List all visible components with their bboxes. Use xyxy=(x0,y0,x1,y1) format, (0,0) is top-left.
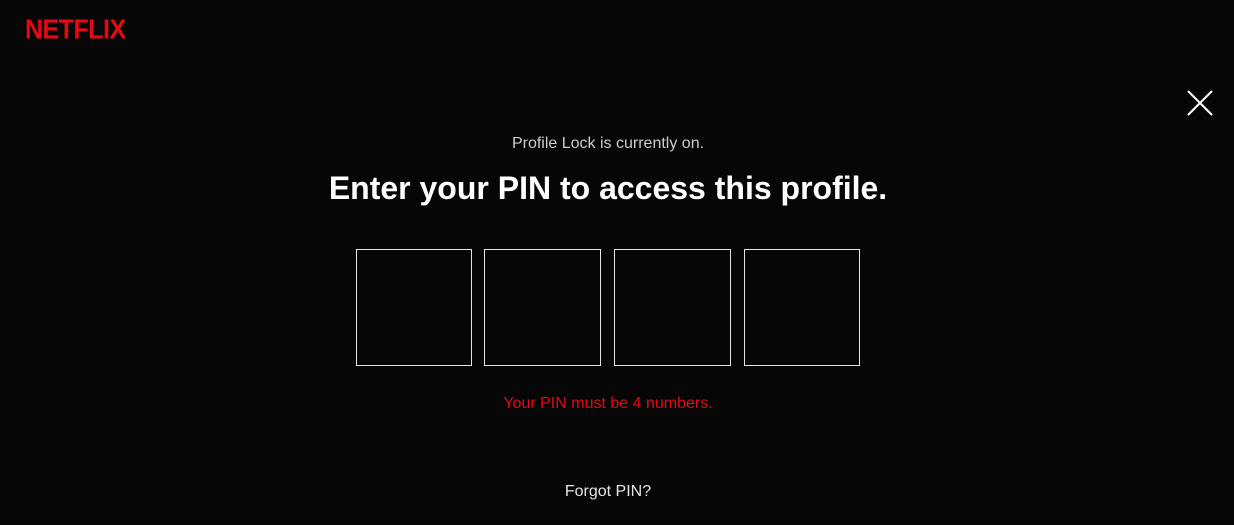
profile-lock-page: NETFLIX Profile Lock is currently on. En… xyxy=(0,0,1234,525)
forgot-pin-container: Forgot PIN? xyxy=(0,482,1216,502)
pin-digit-3-input[interactable] xyxy=(614,249,731,366)
pin-error-message: Your PIN must be 4 numbers. xyxy=(503,395,713,412)
pin-digit-1-input[interactable] xyxy=(356,249,472,366)
close-icon xyxy=(1187,90,1213,116)
netflix-logo[interactable]: NETFLIX xyxy=(25,14,126,45)
page-title: Enter your PIN to access this profile. xyxy=(328,170,888,206)
forgot-pin-link[interactable]: Forgot PIN? xyxy=(565,483,651,500)
pin-input-group xyxy=(356,249,860,366)
pin-digit-4-input[interactable] xyxy=(744,249,860,366)
profile-lock-status: Profile Lock is currently on. xyxy=(511,135,705,152)
close-button[interactable] xyxy=(1184,87,1216,119)
pin-digit-2-input[interactable] xyxy=(484,249,601,366)
